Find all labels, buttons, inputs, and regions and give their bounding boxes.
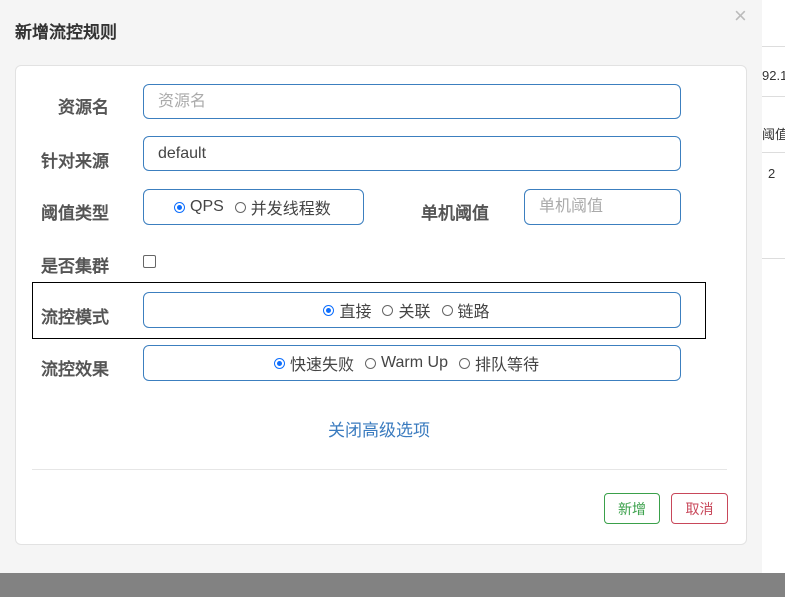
grade-radio-group: QPS 并发线程数 [143, 189, 364, 225]
background-divider [760, 152, 785, 153]
radio-selected-icon[interactable] [174, 201, 185, 213]
behavior-option-fast-fail[interactable]: 快速失败 [274, 351, 354, 375]
strategy-label: 流控模式 [41, 308, 109, 327]
radio-selected-icon[interactable] [323, 304, 335, 316]
background-divider [760, 46, 785, 47]
modal-backdrop [0, 573, 785, 597]
control-behavior-radio-group: 快速失败 Warm Up 排队等待 [143, 345, 681, 381]
grade-option-thread[interactable]: 并发线程数 [234, 195, 331, 219]
resource-name-field [143, 84, 681, 119]
background-ip-text: 92.1 [762, 68, 785, 83]
limit-app-label: 针对来源 [41, 152, 109, 171]
grade-option-qps[interactable]: QPS [174, 198, 224, 216]
behavior-option-label: 排队等待 [474, 357, 539, 374]
grade-label: 阈值类型 [41, 204, 109, 223]
strategy-option-relate[interactable]: 关联 [382, 298, 431, 322]
grade-option-label: 并发线程数 [250, 201, 331, 218]
strategy-option-label: 链路 [457, 304, 490, 321]
behavior-option-warm-up[interactable]: Warm Up [365, 354, 448, 372]
radio-unselected-icon[interactable] [441, 304, 453, 316]
strategy-radio-group: 直接 关联 链路 [143, 292, 681, 328]
radio-selected-icon[interactable] [274, 357, 285, 369]
background-divider [760, 258, 785, 259]
dialog-title: 新增流控规则 [15, 23, 117, 42]
cluster-checkbox[interactable] [143, 255, 156, 268]
resource-name-input[interactable] [144, 85, 680, 118]
background-divider [760, 96, 785, 97]
radio-unselected-icon[interactable] [234, 201, 246, 213]
grade-option-label: QPS [190, 198, 224, 215]
close-icon[interactable]: × [734, 4, 747, 28]
cancel-button[interactable]: 取消 [671, 493, 728, 524]
strategy-option-direct[interactable]: 直接 [323, 298, 371, 322]
radio-unselected-icon[interactable] [458, 357, 470, 369]
behavior-option-label: 快速失败 [290, 357, 355, 374]
cluster-label: 是否集群 [41, 257, 109, 276]
behavior-option-label: Warm Up [381, 354, 448, 371]
control-behavior-label: 流控效果 [41, 360, 109, 379]
threshold-input[interactable] [525, 190, 680, 224]
threshold-field [524, 189, 681, 225]
add-flow-rule-dialog: 新增流控规则 × 资源名 针对来源 阈值类型 QPS 并发线程数 单机阈值 是否… [0, 0, 762, 573]
strategy-option-chain[interactable]: 链路 [441, 298, 490, 322]
strategy-option-label: 直接 [339, 304, 372, 321]
strategy-option-label: 关联 [398, 304, 431, 321]
background-page: 92.1 阈值 2 [760, 0, 785, 597]
add-button[interactable]: 新增 [604, 493, 660, 524]
footer-divider [32, 469, 727, 470]
background-column-header: 阈值 [762, 127, 785, 142]
limit-app-input[interactable] [144, 137, 680, 170]
resource-name-label: 资源名 [58, 98, 109, 117]
threshold-label: 单机阈值 [421, 204, 489, 223]
behavior-option-queue[interactable]: 排队等待 [458, 351, 539, 375]
advanced-options-toggle-link[interactable]: 关闭高级选项 [328, 416, 430, 441]
limit-app-field [143, 136, 681, 171]
radio-unselected-icon[interactable] [382, 304, 394, 316]
radio-unselected-icon[interactable] [365, 357, 377, 369]
background-table-cell: 2 [768, 166, 776, 181]
